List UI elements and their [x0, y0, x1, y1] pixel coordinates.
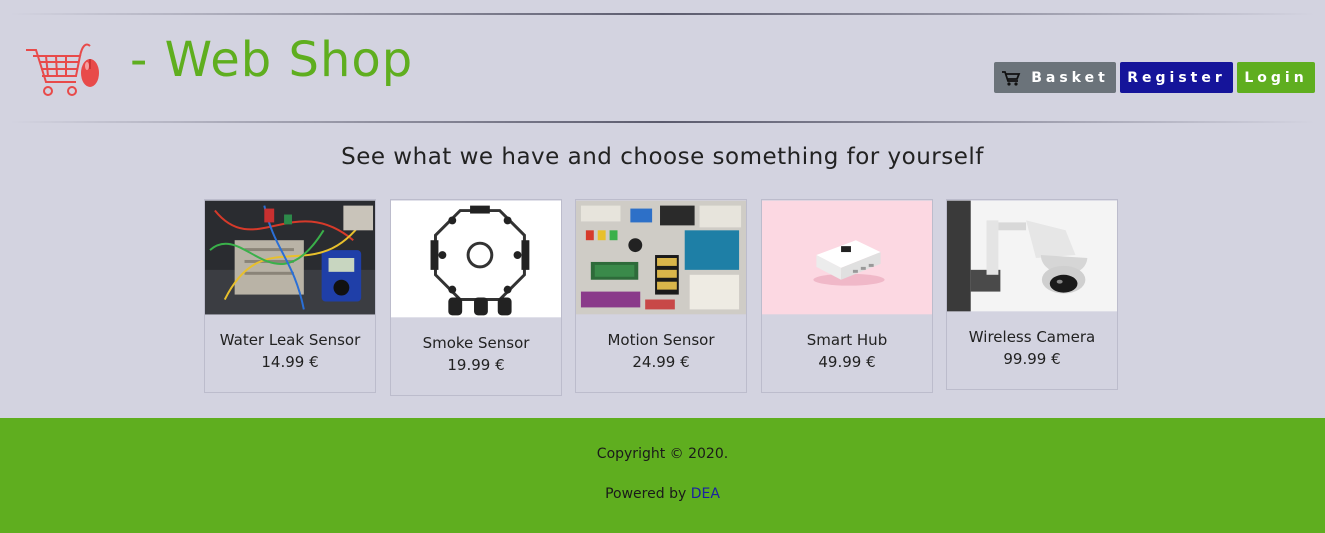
basket-button[interactable]: Basket — [994, 62, 1116, 93]
product-card[interactable]: Motion Sensor 24.99 € — [575, 199, 747, 393]
shopping-cart-logo-icon — [26, 43, 99, 96]
product-price: 14.99 € — [261, 353, 319, 371]
header-nav: Basket Register Login — [994, 62, 1315, 93]
product-name[interactable]: Water Leak Sensor — [205, 331, 375, 349]
product-price: 24.99 € — [632, 353, 690, 371]
copyright-text: Copyright © 2020. — [596, 446, 729, 462]
powered-by-prefix: Powered by — [605, 486, 691, 502]
login-button[interactable]: Login — [1237, 62, 1315, 93]
page-headline: See what we have and choose something fo… — [341, 144, 984, 170]
site-footer: Copyright © 2020. Powered by DEA — [0, 418, 1325, 533]
product-name[interactable]: Wireless Camera — [947, 328, 1117, 346]
product-name[interactable]: Smoke Sensor — [391, 334, 561, 352]
powered-by: Powered by DEA — [0, 486, 1325, 502]
product-name[interactable]: Smart Hub — [762, 331, 932, 349]
register-button[interactable]: Register — [1120, 62, 1233, 93]
product-card[interactable]: Smart Hub 49.99 € — [761, 199, 933, 393]
product-image[interactable] — [576, 200, 746, 315]
cart-icon — [1002, 70, 1021, 86]
product-image[interactable] — [762, 200, 932, 315]
product-image[interactable] — [947, 200, 1117, 312]
product-card[interactable]: Water Leak Sensor 14.99 € — [204, 199, 376, 393]
header-divider — [10, 121, 1315, 123]
product-price: 19.99 € — [447, 356, 505, 374]
powered-by-link[interactable]: DEA — [691, 486, 720, 502]
product-name[interactable]: Motion Sensor — [576, 331, 746, 349]
product-price: 49.99 € — [818, 353, 876, 371]
top-divider — [10, 13, 1315, 15]
product-image[interactable] — [391, 200, 561, 318]
product-card[interactable]: Wireless Camera 99.99 € — [946, 199, 1118, 390]
site-title: - Web Shop — [130, 32, 414, 88]
product-image[interactable] — [205, 200, 375, 315]
product-price: 99.99 € — [1003, 350, 1061, 368]
basket-label: Basket — [1031, 69, 1109, 86]
product-card[interactable]: Smoke Sensor 19.99 € — [390, 199, 562, 396]
